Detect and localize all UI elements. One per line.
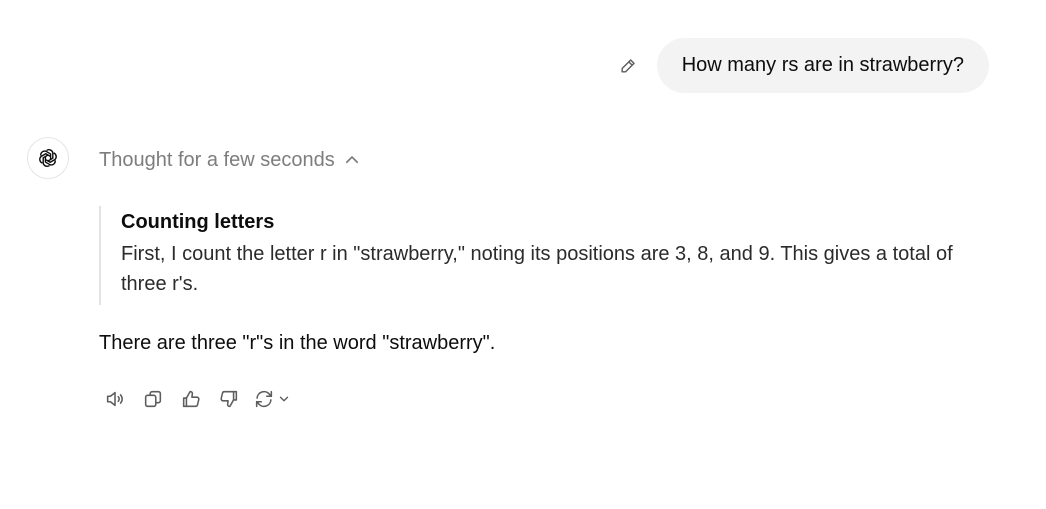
read-aloud-button[interactable] xyxy=(99,383,131,415)
copy-button[interactable] xyxy=(137,383,169,415)
chevron-down-icon xyxy=(279,396,289,402)
edit-message-button[interactable] xyxy=(613,51,643,81)
refresh-icon xyxy=(255,390,273,408)
reasoning-block: Counting letters First, I count the lett… xyxy=(99,206,979,305)
thumbs-down-icon xyxy=(220,390,238,408)
assistant-answer: There are three "r"s in the word "strawb… xyxy=(99,332,496,354)
assistant-avatar xyxy=(27,137,69,179)
thought-toggle-label: Thought for a few seconds xyxy=(99,148,335,171)
reasoning-text: First, I count the letter r in "strawber… xyxy=(121,243,953,295)
user-message-bubble: How many rs are in strawberry? xyxy=(656,38,989,93)
bad-response-button[interactable] xyxy=(213,383,245,415)
user-message-row: How many rs are in strawberry? xyxy=(613,38,989,93)
thumbs-up-icon xyxy=(182,390,200,408)
regenerate-button[interactable] xyxy=(251,383,293,415)
copy-icon xyxy=(144,390,162,408)
speaker-icon xyxy=(106,391,123,407)
good-response-button[interactable] xyxy=(175,383,207,415)
chevron-up-icon xyxy=(345,156,358,164)
message-actions xyxy=(99,383,293,415)
thought-toggle[interactable]: Thought for a few seconds xyxy=(99,146,361,174)
user-message-text: How many rs are in strawberry? xyxy=(681,54,964,76)
pencil-icon xyxy=(621,58,635,73)
openai-logo-icon xyxy=(39,149,57,167)
reasoning-title: Counting letters xyxy=(121,211,275,233)
